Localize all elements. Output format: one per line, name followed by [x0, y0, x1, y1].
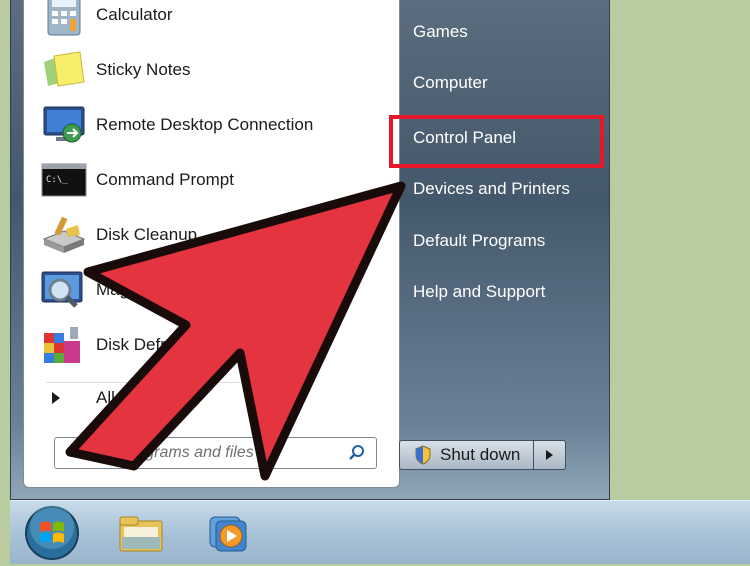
right-item-default-programs[interactable]: Default Programs [403, 221, 598, 261]
magnifier-icon [40, 266, 88, 314]
program-label: Magnifier [96, 280, 166, 299]
taskbar [10, 500, 750, 564]
media-player-icon[interactable] [204, 509, 258, 557]
start-orb-icon[interactable] [24, 505, 80, 561]
program-label: Disk Cleanup [96, 225, 198, 244]
shutdown-options-button[interactable] [534, 440, 566, 470]
right-item-games[interactable]: Games [403, 12, 598, 52]
program-label: Remote Desktop Connection [96, 115, 314, 134]
search-input[interactable] [65, 443, 339, 463]
program-item-command-prompt[interactable]: C:\_ Command Prompt [40, 155, 380, 205]
program-label: Calculator [96, 5, 173, 24]
right-item-computer[interactable]: Computer [403, 63, 598, 103]
calculator-icon [40, 0, 88, 39]
program-item-sticky-notes[interactable]: Sticky Notes [40, 45, 380, 95]
page-background: Calculator Sticky Notes Remote Desktop C… [0, 0, 750, 564]
program-item-remote-desktop[interactable]: Remote Desktop Connection [40, 100, 380, 150]
disk-cleanup-icon [40, 211, 88, 259]
shutdown-button[interactable]: Shut down [399, 440, 534, 470]
search-icon[interactable] [348, 444, 366, 462]
disk-defragmenter-icon [40, 321, 88, 369]
shield-icon [414, 445, 432, 465]
sticky-notes-icon [40, 46, 88, 94]
shutdown-label: Shut down [440, 445, 521, 464]
remote-desktop-icon [40, 101, 88, 149]
chevron-right-icon [546, 450, 553, 460]
program-item-calculator[interactable]: Calculator [40, 0, 380, 40]
program-item-disk-defragmenter[interactable]: Disk Defragmenter [40, 320, 380, 370]
program-label: Disk Defragmenter [96, 335, 238, 354]
program-label: Command Prompt [96, 170, 234, 189]
control-panel-highlight-box [389, 115, 604, 168]
program-item-disk-cleanup[interactable]: Disk Cleanup [40, 210, 380, 260]
program-item-magnifier[interactable]: Magnifier [40, 265, 380, 315]
program-label: Sticky Notes [96, 60, 191, 79]
all-programs-link[interactable]: All Programs [46, 382, 246, 413]
right-item-devices-and-printers[interactable]: Devices and Printers [403, 169, 598, 209]
programs-pane: Calculator Sticky Notes Remote Desktop C… [23, 0, 400, 488]
command-prompt-icon: C:\_ [40, 156, 88, 204]
svg-text:C:\_: C:\_ [46, 175, 68, 185]
expand-arrow-icon [52, 392, 60, 404]
all-programs-label: All Programs [96, 388, 194, 407]
windows-explorer-icon[interactable] [114, 509, 168, 557]
search-box[interactable] [54, 437, 377, 469]
right-item-help-and-support[interactable]: Help and Support [403, 272, 598, 312]
